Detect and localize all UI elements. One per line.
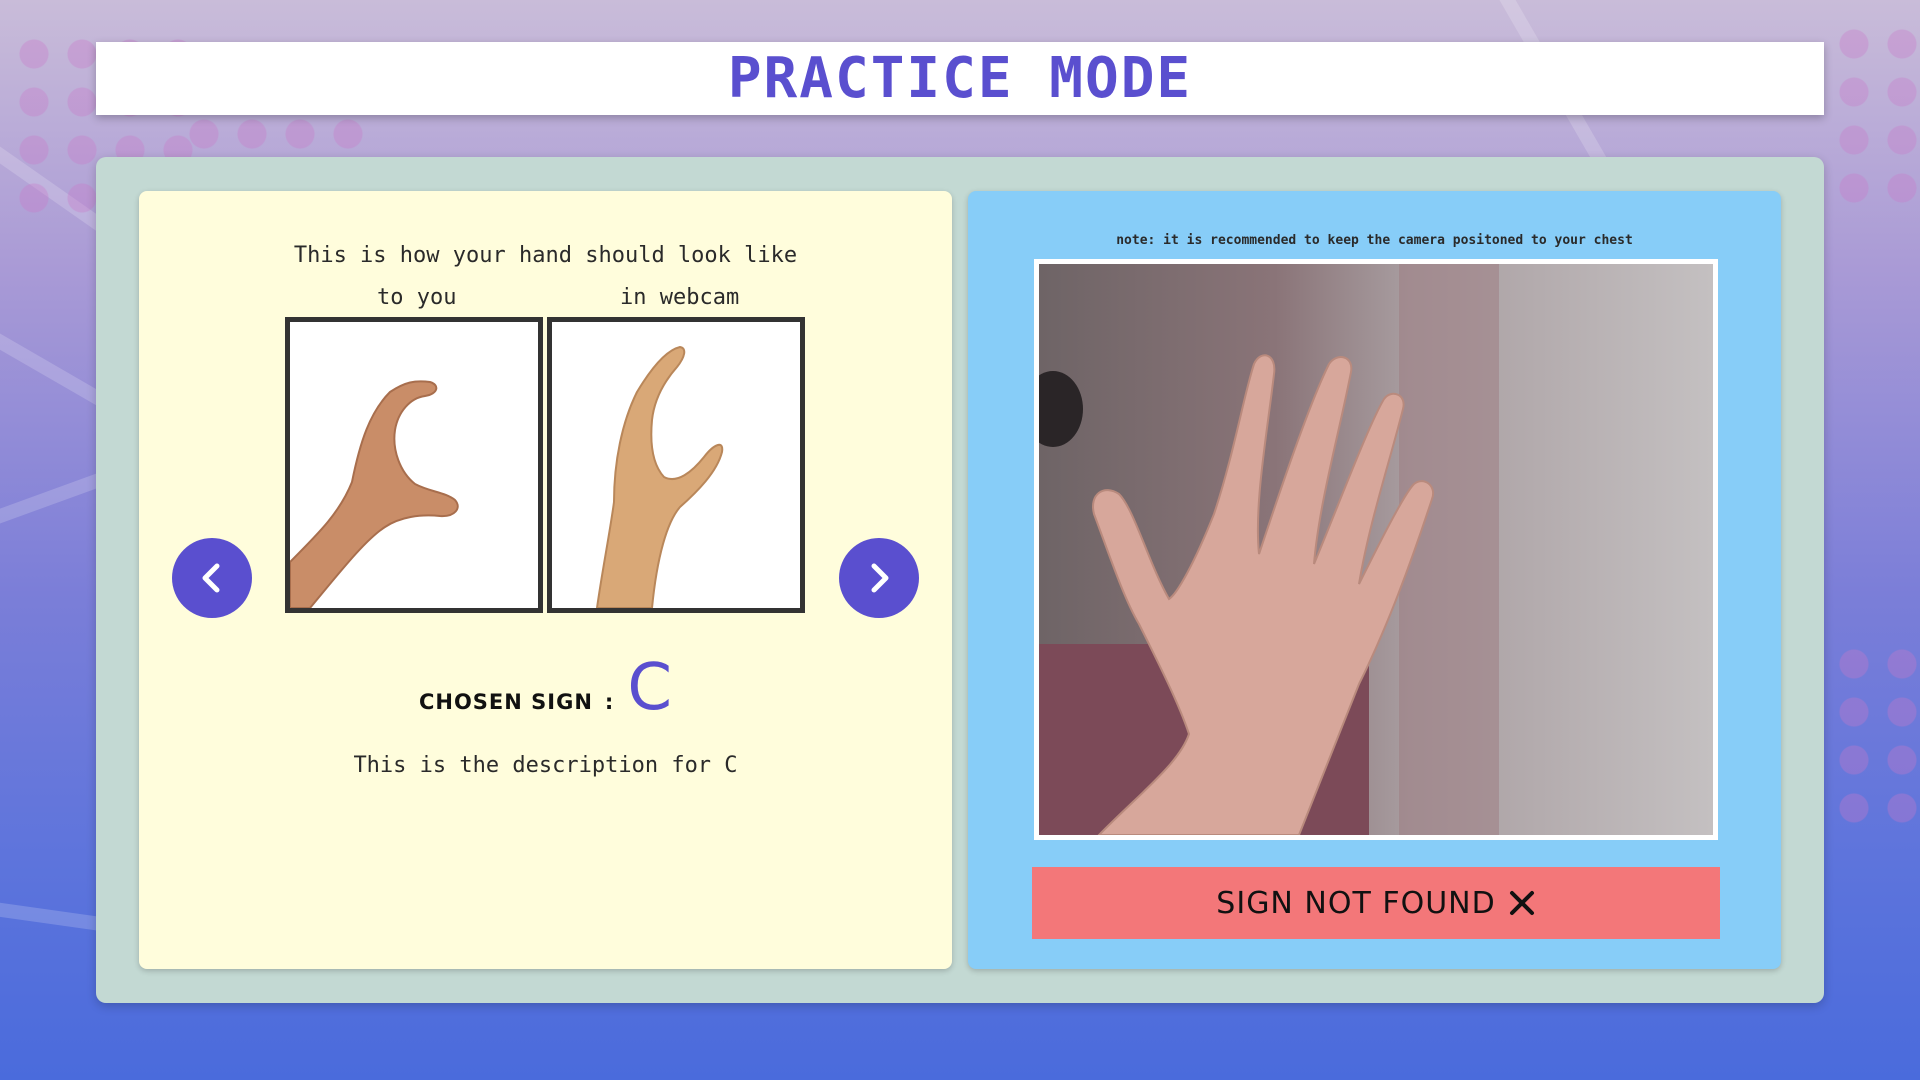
hand-c-sign-image xyxy=(290,380,459,608)
chosen-sign-separator: : xyxy=(604,690,614,714)
camera-note: note: it is recommended to keep the came… xyxy=(1116,233,1633,248)
sign-description: This is the description for C xyxy=(353,753,738,778)
reference-heading: This is how your hand should look like xyxy=(293,243,798,268)
chosen-sign-value: C xyxy=(627,651,673,725)
page-title: PRACTICE MODE xyxy=(727,46,1193,111)
chosen-sign-label: CHOSEN SIGN xyxy=(418,690,593,714)
next-sign-button[interactable] xyxy=(839,538,919,618)
label-to-you: to you xyxy=(377,285,457,310)
label-in-webcam: in webcam xyxy=(620,285,740,310)
title-bar: PRACTICE MODE xyxy=(96,42,1824,115)
webcam-feed xyxy=(1034,259,1718,840)
reference-card: This is how your hand should look like t… xyxy=(139,191,952,969)
chevron-left-icon xyxy=(202,563,220,593)
chosen-sign-row: CHOSEN SIGN : C xyxy=(139,651,952,725)
camera-card: note: it is recommended to keep the came… xyxy=(968,191,1781,969)
chevron-right-icon xyxy=(871,563,889,593)
status-bar: SIGN NOT FOUND xyxy=(1032,867,1720,939)
previous-sign-button[interactable] xyxy=(172,538,252,618)
close-icon xyxy=(1508,889,1536,917)
status-text: SIGN NOT FOUND xyxy=(1216,885,1496,921)
webcam-hand-image xyxy=(1039,264,1713,835)
main-panel: This is how your hand should look like t… xyxy=(96,157,1824,1003)
hand-image-in-webcam xyxy=(547,317,805,613)
hand-image-to-you xyxy=(285,317,543,613)
hand-c-sign-webcam-image xyxy=(595,345,724,608)
